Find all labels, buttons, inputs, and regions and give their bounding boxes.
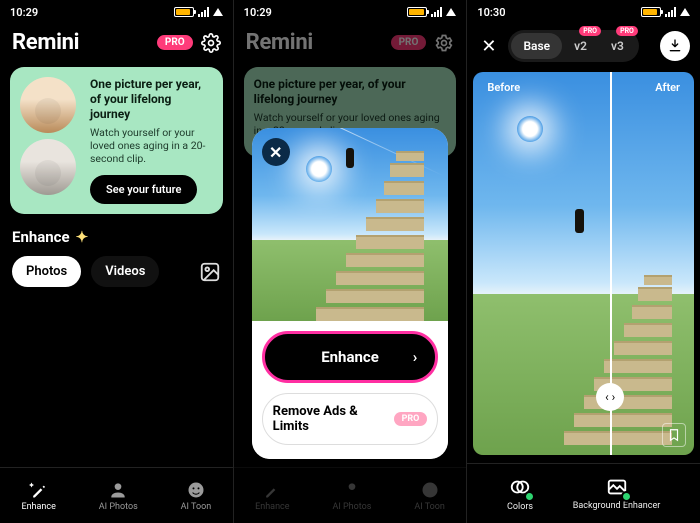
face-old (20, 139, 76, 195)
status-time: 10:29 (10, 6, 38, 19)
wifi-icon (680, 8, 690, 16)
enhance-sheet: ✕ Enhance › Remove Ads & Limits P (252, 128, 449, 459)
model-segmented-control: Base v2PRO v3PRO (508, 30, 638, 62)
seg-v2[interactable]: v2PRO (562, 33, 599, 59)
settings-icon[interactable] (201, 33, 221, 53)
status-bar: 10:30 (467, 0, 700, 24)
signal-icon (198, 7, 209, 17)
after-label: After (647, 78, 688, 97)
promo-faces (20, 77, 80, 204)
close-icon[interactable]: ✕ (477, 36, 500, 57)
person-silhouette (575, 209, 584, 233)
promo-sub: Watch yourself or your loved ones aging … (90, 126, 213, 165)
promo-card[interactable]: One picture per year, of your lifelong j… (10, 67, 223, 214)
tab-photos[interactable]: Photos (12, 256, 81, 287)
nav-enhance[interactable]: Enhance (21, 480, 55, 512)
colors-icon (508, 475, 532, 499)
tab-videos[interactable]: Videos (91, 256, 159, 287)
before-label: Before (479, 78, 528, 97)
person-silhouette (346, 148, 354, 168)
sheet-actions: Enhance › Remove Ads & Limits PRO (252, 321, 449, 459)
pro-badge: PRO (579, 26, 601, 36)
pro-badge[interactable]: PRO (157, 35, 193, 50)
chevron-right-icon: › (413, 348, 418, 366)
pro-badge: PRO (394, 412, 428, 426)
wifi-icon (213, 8, 223, 16)
background-enhancer-icon (605, 475, 629, 499)
close-icon[interactable]: ✕ (262, 138, 290, 166)
sparkle-icon: ✦ (76, 228, 89, 246)
app-title: Remini (12, 30, 79, 55)
nav-background-enhancer[interactable]: Background Enhancer (573, 475, 661, 512)
gallery-picker-icon[interactable] (199, 261, 221, 283)
check-badge-icon (621, 491, 632, 502)
compare-handle-icon[interactable]: ‹ › (596, 383, 624, 411)
enhance-button[interactable]: Enhance › (262, 331, 439, 383)
promo-title: One picture per year, of your lifelong j… (90, 77, 213, 122)
screen-3-result: 10:30 ✕ Base v2PRO v3PRO Before After (466, 0, 700, 523)
modal-overlay: ✕ Enhance › Remove Ads & Limits P (234, 0, 467, 523)
seg-base[interactable]: Base (511, 33, 562, 59)
three-phone-layout: 10:29 Remini PRO One picture per (0, 0, 700, 523)
nav-colors[interactable]: Colors (507, 475, 533, 512)
ai-photos-icon (108, 480, 128, 500)
status-right (174, 7, 223, 17)
check-badge-icon (524, 491, 535, 502)
remove-ads-button[interactable]: Remove Ads & Limits PRO (262, 393, 439, 445)
download-icon[interactable] (660, 31, 690, 61)
screen-2-enhance-sheet: 10:29 Remini PRO One picture per year, o… (233, 0, 467, 523)
result-header: ✕ Base v2PRO v3PRO (467, 24, 700, 68)
nav-ai-toon[interactable]: AI Toon (181, 480, 212, 512)
media-tabs: Photos Videos (0, 250, 233, 297)
seg-v3[interactable]: v3PRO (599, 33, 636, 59)
battery-icon (174, 7, 194, 17)
enhance-section-label: Enhance ✦ (0, 224, 233, 250)
bookmark-icon[interactable] (662, 423, 686, 447)
nav-ai-photos[interactable]: AI Photos (99, 480, 138, 512)
face-young (20, 77, 76, 133)
status-bar: 10:29 (0, 0, 233, 24)
bottom-nav: Enhance AI Photos AI Toon (0, 467, 233, 523)
screen-1-home: 10:29 Remini PRO One picture per (0, 0, 233, 523)
before-after-compare[interactable]: Before After ‹ › (473, 72, 694, 455)
battery-icon (641, 7, 661, 17)
status-time: 10:30 (477, 6, 505, 19)
result-bottom-nav: Colors Background Enhancer (467, 463, 700, 523)
pro-badge: PRO (616, 26, 638, 36)
wand-icon (29, 480, 49, 500)
app-header: Remini PRO (0, 24, 233, 61)
see-future-button[interactable]: See your future (90, 175, 197, 204)
signal-icon (665, 7, 676, 17)
ai-toon-icon (186, 480, 206, 500)
